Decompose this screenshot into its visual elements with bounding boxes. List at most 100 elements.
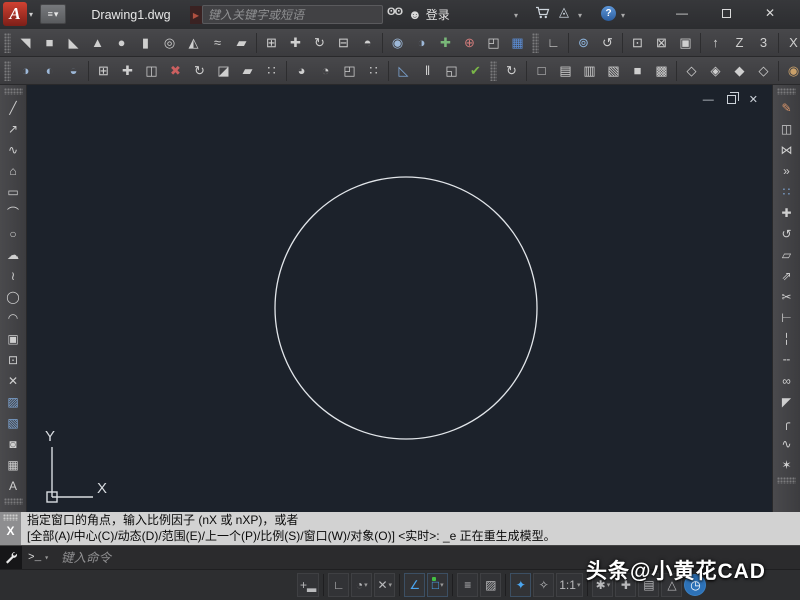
copy-faces-button[interactable]: ◫ [140, 59, 163, 82]
ucs-face-button[interactable]: ⊠ [650, 31, 673, 54]
shell-button[interactable]: ◱ [440, 59, 463, 82]
explode-button[interactable]: ✶ [776, 454, 798, 475]
polar-tracking-button[interactable]: ◔ ▾ [351, 573, 373, 597]
construction-line-button[interactable]: ↗ [2, 118, 24, 139]
offset-face-button[interactable]: ◐ [38, 59, 61, 82]
rotate-button[interactable]: ↺ [776, 223, 798, 244]
offset-button[interactable]: » [776, 160, 798, 181]
a360-dropdown-arrow-icon[interactable]: ▾ [578, 11, 582, 20]
prompt-dropdown-arrow-icon[interactable]: ▾ [44, 553, 49, 563]
help-button[interactable]: ? [601, 6, 616, 21]
stretch-button[interactable]: ⇗ [776, 265, 798, 286]
spline-button[interactable]: ≀ [2, 265, 24, 286]
toolbar-grip[interactable] [777, 477, 796, 484]
viewport-restore-button[interactable] [726, 92, 739, 104]
polygon-button[interactable]: ⌂ [2, 160, 24, 181]
search-input[interactable] [202, 5, 383, 24]
planar-surface-button[interactable]: ▰ [230, 31, 253, 54]
ucs-previous-button[interactable]: ↺ [596, 31, 619, 54]
3d-align-button[interactable]: ✚ [284, 31, 307, 54]
ucs-z-button[interactable]: Z [728, 31, 751, 54]
toolbar-grip[interactable] [3, 88, 23, 95]
search-history-arrow-icon[interactable]: ▶ [190, 6, 202, 24]
window-maximize-button[interactable] [708, 0, 744, 26]
ellipse-button[interactable]: ◯ [2, 286, 24, 307]
vs-2d-wireframe-button[interactable]: □ [530, 59, 553, 82]
ortho-mode-button[interactable]: ∟ [328, 573, 350, 597]
a360-icon[interactable]: ◬ [559, 4, 569, 20]
vs-shades-1-button[interactable]: ◇ [680, 59, 703, 82]
toolbar-grip[interactable] [4, 32, 11, 53]
sphere-button[interactable]: ● [110, 31, 133, 54]
insert-block-button[interactable]: ▣ [2, 328, 24, 349]
vs-conceptual-button[interactable]: ■ [626, 59, 649, 82]
break-at-point-button[interactable]: ╎ [776, 328, 798, 349]
copy-button[interactable]: ◫ [776, 118, 798, 139]
chamfer-button[interactable]: ◤ [776, 391, 798, 412]
vs-shades-3-button[interactable]: ◆ [728, 59, 751, 82]
command-panel-close-button[interactable]: X [6, 525, 14, 537]
window-minimize-button[interactable]: — [664, 0, 700, 26]
lineweight-button[interactable]: ≡ [457, 573, 479, 597]
hatch-button[interactable]: ▨ [2, 391, 24, 412]
line-button[interactable]: ╱ [2, 97, 24, 118]
dynamic-input-button[interactable]: +▂ [297, 573, 320, 597]
ucs-origin-button[interactable]: ⊡ [626, 31, 649, 54]
region-button[interactable]: ◙ [2, 433, 24, 454]
auto-annotation-scale-button[interactable]: ✧ [533, 573, 555, 597]
ucs-world-button[interactable]: ⊚ [572, 31, 595, 54]
table-button[interactable]: ▦ [2, 454, 24, 475]
ellipse-arc-button[interactable]: ◠ [2, 307, 24, 328]
fillet-edge-button[interactable]: ◕ [290, 59, 313, 82]
ucs-z-axis-button[interactable]: ↑ [704, 31, 727, 54]
extrude-face-button[interactable]: ◑ [14, 59, 37, 82]
drawing-canvas[interactable]: — ✕ Y X [27, 85, 772, 512]
rotate-faces-button[interactable]: ↻ [188, 59, 211, 82]
break-button[interactable]: ╌ [776, 349, 798, 370]
object-snap-button[interactable]: □ ▾ [427, 573, 449, 597]
help-dropdown-arrow-icon[interactable]: ▾ [621, 11, 625, 20]
object-snap-tracking-button[interactable]: ∠ [404, 573, 426, 597]
command-customize-button[interactable] [0, 545, 22, 570]
window-close-button[interactable]: ✕ [752, 0, 788, 26]
offset-edge-button[interactable]: ∷ [362, 59, 385, 82]
ucs-object-button[interactable]: ▣ [674, 31, 697, 54]
polysolid-button[interactable]: ◥ [14, 31, 37, 54]
array-button[interactable]: ∷ [776, 181, 798, 202]
dropdown-arrow-icon[interactable]: ▾ [389, 581, 393, 589]
viewport-close-button[interactable]: ✕ [749, 93, 758, 106]
pyramid-button[interactable]: ◭ [182, 31, 205, 54]
dropdown-arrow-icon[interactable]: ▾ [440, 581, 444, 589]
slice-button[interactable]: ◪ [212, 59, 235, 82]
gizmo-move-button[interactable]: ✚ [434, 31, 457, 54]
extract-edges-button[interactable]: ∷ [260, 59, 283, 82]
quick-access-toolbar-button[interactable]: ≡ ▾ [40, 4, 66, 24]
revolve-button[interactable]: ◓ [356, 31, 379, 54]
separate-button[interactable]: ‖ [416, 59, 439, 82]
update-view-button[interactable]: ↻ [500, 59, 523, 82]
erase-button[interactable]: ✎ [776, 97, 798, 118]
cylinder-button[interactable]: ▮ [134, 31, 157, 54]
vs-shades-4-button[interactable]: ◇ [752, 59, 775, 82]
viewport-minimize-button[interactable]: — [703, 94, 714, 106]
helix-button[interactable]: ≈ [206, 31, 229, 54]
dropdown-arrow-icon[interactable]: ▾ [364, 581, 368, 589]
gradient-button[interactable]: ▧ [2, 412, 24, 433]
join-button[interactable]: ∞ [776, 370, 798, 391]
check-interference-button[interactable]: ✔ [464, 59, 487, 82]
fillet-button[interactable]: ╭ [776, 412, 798, 433]
toolbar-grip[interactable] [490, 60, 497, 81]
scale-button[interactable]: ▱ [776, 244, 798, 265]
cone-button[interactable]: ▲ [86, 31, 109, 54]
logo-dropdown-arrow-icon[interactable]: ▾ [29, 10, 33, 19]
vs-wireframe-button[interactable]: ▤ [554, 59, 577, 82]
toolbar-grip[interactable] [3, 498, 23, 505]
extrude-button[interactable]: ◉ [386, 31, 409, 54]
toolbar-grip[interactable] [4, 60, 11, 81]
vs-hidden-button[interactable]: ▥ [578, 59, 601, 82]
toolbar-grip[interactable] [777, 88, 796, 95]
box-button[interactable]: ■ [38, 31, 61, 54]
vs-shades-2-button[interactable]: ◈ [704, 59, 727, 82]
press-face-button[interactable]: ◰ [338, 59, 361, 82]
make-block-button[interactable]: ⊡ [2, 349, 24, 370]
